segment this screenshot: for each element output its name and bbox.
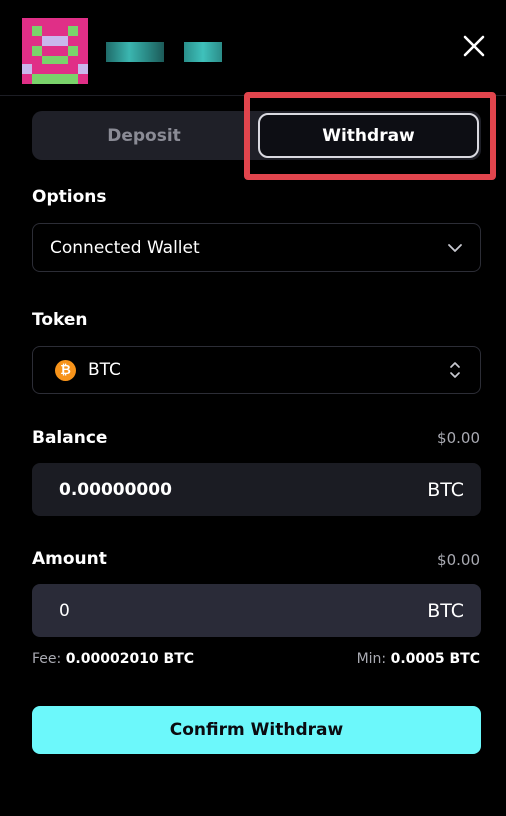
confirm-withdraw-button[interactable]: Confirm Withdraw <box>32 706 481 754</box>
fee-info: Fee: 0.00002010 BTC <box>32 651 194 667</box>
balance-label: Balance <box>32 428 108 448</box>
amount-field: BTC <box>32 584 481 637</box>
avatar <box>22 18 88 84</box>
fee-label: Fee: <box>32 651 62 667</box>
token-select[interactable]: ₿ BTC <box>32 346 481 394</box>
tab-deposit[interactable]: Deposit <box>32 111 256 160</box>
balance-value: 0.00000000 <box>59 479 172 500</box>
chevron-up-down-icon <box>450 362 460 378</box>
username-redacted-part <box>184 42 222 62</box>
balance-usd: $0.00 <box>437 429 480 447</box>
username-redacted <box>106 42 164 62</box>
balance-unit: BTC <box>427 478 464 501</box>
min-info: Min: 0.0005 BTC <box>357 651 480 667</box>
close-icon <box>463 35 485 57</box>
close-button[interactable] <box>460 32 488 60</box>
options-select[interactable]: Connected Wallet <box>32 223 481 272</box>
chevron-down-icon <box>448 243 462 252</box>
amount-input[interactable] <box>59 600 259 621</box>
min-label: Min: <box>356 651 387 667</box>
balance-field: 0.00000000 BTC <box>32 463 481 516</box>
fee-value: 0.00002010 BTC <box>65 651 195 667</box>
amount-usd: $0.00 <box>437 551 480 569</box>
options-selected-value: Connected Wallet <box>50 237 200 258</box>
amount-unit: BTC <box>427 599 464 622</box>
bitcoin-icon: ₿ <box>55 359 76 381</box>
tab-withdraw[interactable]: Withdraw <box>258 113 479 158</box>
amount-label: Amount <box>32 549 107 569</box>
min-value: 0.0005 BTC <box>390 651 480 667</box>
token-selected-value: BTC <box>88 360 121 380</box>
token-label: Token <box>32 310 88 330</box>
options-label: Options <box>32 187 107 207</box>
header-divider <box>0 95 506 96</box>
